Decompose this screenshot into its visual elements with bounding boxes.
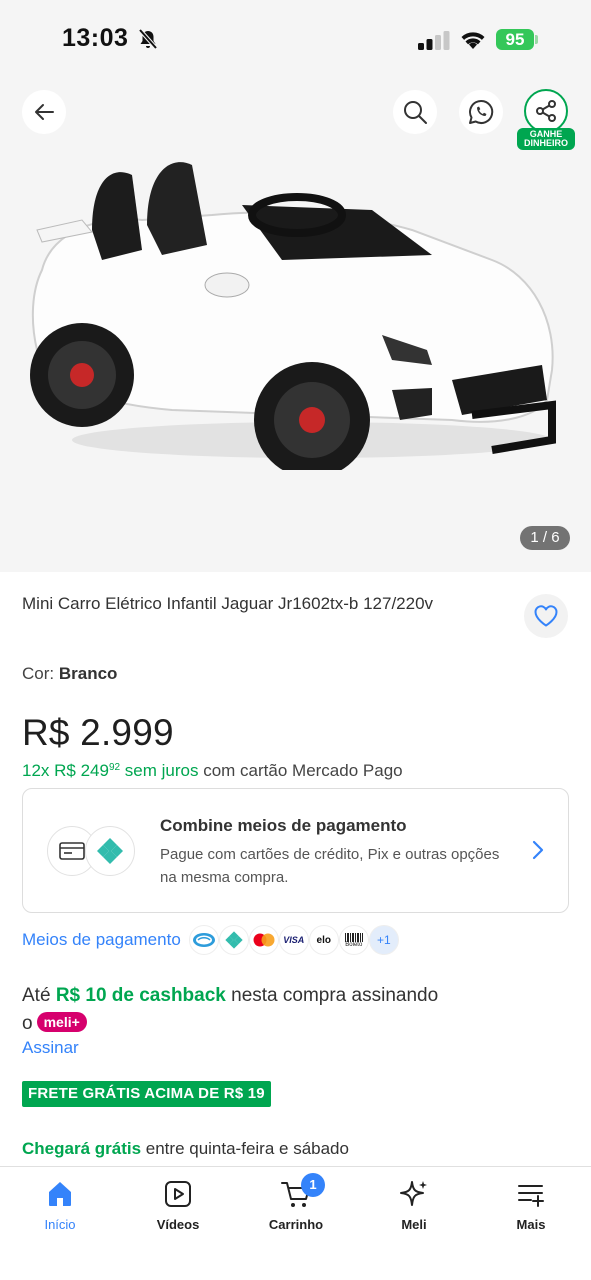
- product-title: Mini Carro Elétrico Infantil Jaguar Jr16…: [22, 594, 434, 613]
- installments-info: 12x R$ 24992 sem juros com cartão Mercad…: [22, 761, 403, 781]
- installments-interest: sem juros: [120, 761, 199, 780]
- sparkle-icon: [400, 1181, 427, 1206]
- bottom-tab-bar: Início Vídeos 1 Carrinho Meli Mais: [0, 1166, 591, 1280]
- delivery-info: Chegará grátis entre quinta-feira e sába…: [22, 1139, 349, 1159]
- boleto-icon: Boleto: [338, 925, 369, 955]
- combine-payment-description: Pague com cartões de crédito, Pix e outr…: [160, 846, 500, 886]
- image-counter: 1 / 6: [520, 526, 570, 550]
- status-bar: 13:03 95: [0, 0, 591, 80]
- elo-icon: elo: [308, 925, 339, 955]
- cart-count-badge: 1: [301, 1173, 325, 1197]
- color-label: Cor:: [22, 664, 59, 683]
- cashback-info: Até R$ 10 de cashback nesta compra assin…: [22, 982, 442, 1038]
- color-selection: Cor: Branco: [22, 664, 117, 684]
- battery-tip: [535, 35, 538, 44]
- tab-label: Início: [44, 1217, 76, 1232]
- tab-label: Meli: [401, 1217, 427, 1232]
- installments-amount: 12x R$ 249: [22, 761, 109, 780]
- heart-icon: [534, 605, 558, 627]
- battery-indicator: 95: [496, 29, 534, 50]
- visa-text: VISA: [283, 935, 305, 945]
- tab-label: Mais: [516, 1217, 546, 1232]
- installments-cents: 92: [108, 762, 121, 773]
- pix-icon: [218, 925, 249, 955]
- tab-inicio[interactable]: Início: [1, 1179, 119, 1232]
- subscribe-link[interactable]: Assinar: [22, 1038, 79, 1058]
- visa-icon: VISA: [278, 925, 309, 955]
- status-time: 13:03: [62, 24, 129, 52]
- bell-muted-icon: [138, 28, 158, 50]
- free-shipping-badge: FRETE GRÁTIS ACIMA DE R$ 19: [22, 1081, 271, 1107]
- delivery-dates: entre quinta-feira e sábado: [141, 1139, 349, 1158]
- product-image-car: [30, 162, 556, 470]
- tab-label: Vídeos: [156, 1217, 200, 1232]
- more-payment-methods[interactable]: +1: [368, 925, 399, 955]
- cashback-amount: R$ 10 de cashback: [55, 985, 226, 1006]
- tab-meli[interactable]: Meli: [355, 1179, 473, 1232]
- elo-text: elo: [316, 934, 331, 946]
- tab-mais[interactable]: Mais: [472, 1179, 590, 1232]
- boleto-text: Boleto: [345, 941, 363, 948]
- credit-card-icon: [59, 842, 85, 860]
- combine-payment-card[interactable]: Combine meios de pagamento Pague com car…: [22, 788, 569, 913]
- video-icon: [165, 1181, 191, 1207]
- combine-payment-title: Combine meios de pagamento: [160, 816, 407, 835]
- favorite-button[interactable]: [524, 594, 568, 638]
- product-gallery[interactable]: GANHE DINHEIRO 1 / 6: [0, 80, 591, 572]
- menu-plus-icon: [518, 1185, 544, 1207]
- tab-videos[interactable]: Vídeos: [119, 1179, 237, 1232]
- pix-circle: [85, 826, 135, 876]
- meli-plus-badge: meli+: [36, 1012, 87, 1032]
- cashback-prefix: Até: [22, 985, 56, 1006]
- mercado-pago-icon: [188, 925, 219, 955]
- delivery-free: Chegará grátis: [22, 1139, 142, 1158]
- tab-carrinho[interactable]: 1 Carrinho: [237, 1173, 355, 1232]
- chevron-right-icon: [532, 840, 544, 860]
- pix-icon: [97, 838, 123, 864]
- tab-label: Carrinho: [268, 1217, 324, 1232]
- color-value: Branco: [58, 664, 118, 683]
- mastercard-icon: [248, 925, 279, 955]
- product-price: R$ 2.999: [22, 712, 174, 753]
- installments-card: com cartão Mercado Pago: [198, 761, 403, 780]
- home-icon: [49, 1182, 71, 1206]
- payment-methods-row[interactable]: Meios de pagamento VISA elo Boleto +1: [22, 925, 399, 955]
- cellular-signal-icon: [418, 31, 450, 50]
- payment-methods-link[interactable]: Meios de pagamento: [22, 930, 181, 950]
- wifi-icon: [461, 32, 485, 49]
